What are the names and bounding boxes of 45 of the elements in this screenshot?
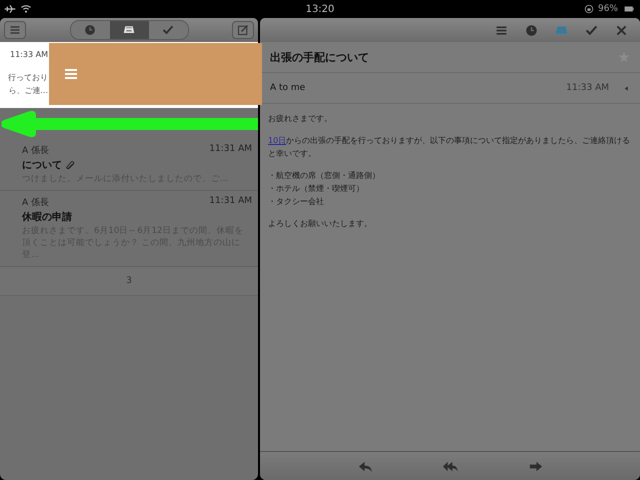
caret-icon xyxy=(623,84,630,92)
compose-button[interactable] xyxy=(232,21,254,39)
filter-tab[interactable] xyxy=(70,21,110,39)
menu-icon xyxy=(494,24,508,36)
battery-icon xyxy=(622,4,636,14)
clock-icon xyxy=(84,24,96,36)
close-icon xyxy=(614,24,628,36)
body-paragraph: 10日からの出張の手配を行っておりますが、以下の事項について指定がありましたら、ご連絡頂けると幸いです。 xyxy=(268,135,632,160)
clock-icon xyxy=(524,24,538,36)
page-number: 3 xyxy=(126,276,132,286)
list-item-text: ・タクシー会社 xyxy=(268,196,325,208)
message-time: 11:33 AM xyxy=(10,50,48,59)
email-subject: 出張の手配について xyxy=(270,50,369,64)
message-sender: A 係長 xyxy=(22,196,50,209)
menu-icon xyxy=(9,24,21,36)
email-sender: A to me xyxy=(270,83,306,93)
compose-icon xyxy=(237,24,249,36)
filter-tab[interactable] xyxy=(148,21,188,39)
email-time: 11:33 AM xyxy=(566,83,609,93)
inbox-tray-icon xyxy=(123,24,135,36)
wifi-icon xyxy=(20,3,32,15)
message-sender: A 係長 xyxy=(22,144,50,157)
message-time: 11:31 AM xyxy=(209,144,252,156)
filter-tab[interactable] xyxy=(110,21,148,39)
checkmark-icon xyxy=(162,24,174,36)
status-time: 13:20 xyxy=(306,4,334,14)
rotation-lock-icon xyxy=(584,4,594,14)
message-preview: ら、ご連... xyxy=(8,85,48,96)
message-subject: 休暇の申請 xyxy=(22,210,72,224)
details-button[interactable] xyxy=(623,84,630,92)
inbox-tray-icon xyxy=(554,24,568,36)
checkmark-icon xyxy=(584,24,598,36)
list-item-text: ・ホテル（禁煙・喫煙可） xyxy=(268,183,365,195)
message-subject: について xyxy=(22,159,62,172)
body-paragraph: よろしくお願いいたします。 xyxy=(268,218,373,230)
menu-button[interactable] xyxy=(4,21,26,39)
battery-percent: 96% xyxy=(598,4,618,14)
segmented-control[interactable] xyxy=(70,20,188,40)
airplane-icon xyxy=(4,3,16,15)
list-item-text: ・航空機の席（窓側・通路側） xyxy=(268,170,381,182)
message-preview: 行っており xyxy=(8,72,48,83)
body-paragraph: お疲れさまです。 xyxy=(268,113,333,125)
message-time: 11:31 AM xyxy=(209,196,252,208)
date-link[interactable]: 10日 xyxy=(268,136,286,145)
list-icon xyxy=(63,66,79,82)
